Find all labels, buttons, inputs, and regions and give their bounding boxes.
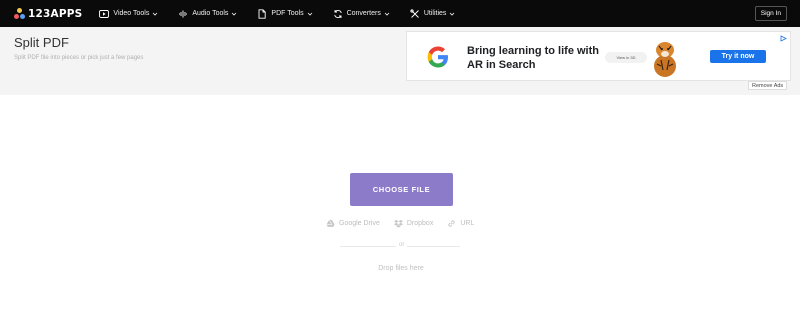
drop-zone-hint[interactable]: Drop files here [340,265,462,272]
nav-item-label: Utilities [423,10,447,17]
chevron-down-icon [449,11,455,17]
nav-item-video-tools[interactable]: Video Tools [99,9,158,19]
nav-item-utilities[interactable]: Utilities [410,8,456,19]
chevron-down-icon [231,11,237,17]
source-label: URL [460,220,475,227]
nav-item-label: Audio Tools [192,10,229,17]
remove-ads-button[interactable]: Remove Ads [748,81,788,90]
nav-item-label: Converters [346,10,381,17]
audio-wave-icon [178,9,188,19]
chevron-down-icon [152,11,158,17]
video-play-icon [99,9,110,19]
or-separator: or [396,242,408,248]
ad-try-it-now-button[interactable]: Try it now [710,50,766,63]
google-drive-icon [326,219,335,228]
source-label: Google Drive [339,220,380,227]
brand-logo[interactable]: 123APPS [14,8,82,20]
choose-file-button[interactable]: CHOOSE FILE [350,173,453,206]
tiger-image [654,42,676,77]
ad-view-3d-chip[interactable]: View in 3D [605,52,647,63]
google-logo-icon [427,46,448,68]
page-title: Split PDF [14,35,69,50]
sign-in-button[interactable]: Sign In [754,6,787,21]
upload-sources: Google Drive Dropbox URL [326,219,488,228]
nav-item-converters[interactable]: Converters [333,9,390,19]
ad-headline: Bring learning to life with AR in Search [467,45,599,71]
chevron-down-icon [384,11,390,17]
pdf-document-icon [257,8,267,19]
url-source[interactable]: URL [447,219,474,228]
google-drive-source[interactable]: Google Drive [326,219,380,228]
chevron-down-icon [307,11,313,17]
page-header: Split PDF Split PDF file into pieces or … [0,27,800,95]
link-icon [447,219,456,228]
dropbox-source[interactable]: Dropbox [393,219,434,228]
dropbox-icon [393,219,403,228]
top-navbar: 123APPS Video Tools Audio Tools PDF Tool… [0,0,800,27]
adchoices-icon[interactable] [778,34,788,43]
convert-cycle-icon [333,9,343,19]
nav-item-pdf-tools[interactable]: PDF Tools [257,8,313,19]
source-label: Dropbox [406,220,434,227]
nav-item-audio-tools[interactable]: Audio Tools [178,9,237,19]
nav-item-label: PDF Tools [271,10,304,17]
brand-name: 123APPS [28,7,83,20]
main-nav: Video Tools Audio Tools PDF Tools Conver… [99,8,475,19]
logo-mark-icon [14,8,25,19]
tools-icon [410,8,420,19]
page-subtitle: Split PDF file into pieces or pick just … [14,55,144,61]
advertisement-banner[interactable]: Bring learning to life with AR in Search… [406,31,791,81]
nav-item-label: Video Tools [113,10,150,17]
